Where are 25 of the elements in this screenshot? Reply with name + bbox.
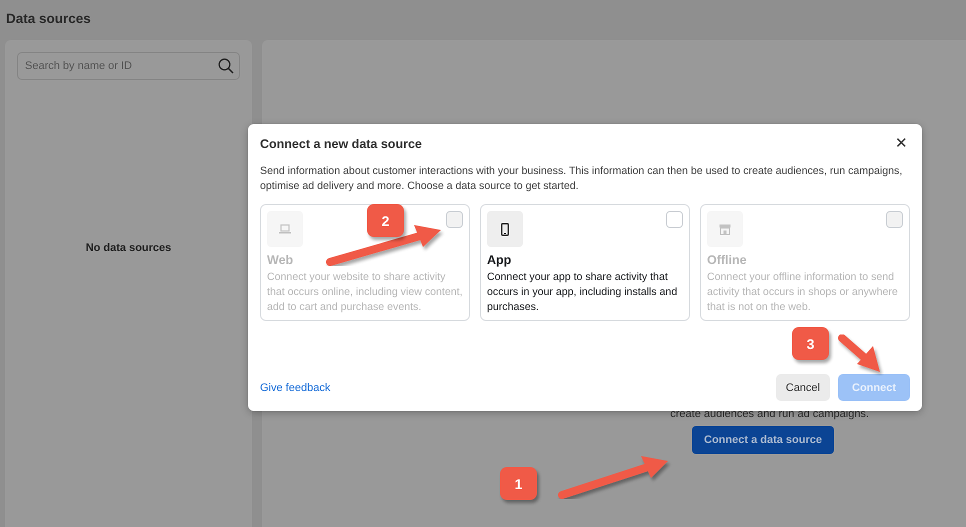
dialog-description: Send information about customer interactions with your business. This information can then be used to create audiences, run campaigns, optimise ad delivery and more. Choose a data source to get started. [260,164,904,194]
store-icon [719,224,731,234]
empty-message: No data sources [84,242,172,254]
laptop-icon [279,224,291,234]
option-description: Connect your app to share activity that occurs in your app, including installs and purchases. [487,270,678,315]
connect-data-source-button[interactable]: Connect a data source [692,426,834,454]
page-title: Data sources [6,11,92,26]
option-title: Web [267,253,294,267]
option-title: Offline [707,253,748,267]
callout-arrow [838,334,880,372]
option-title: App [487,253,512,267]
step-badge: 1 [500,467,537,500]
phone-icon [501,222,509,236]
search-field[interactable]: Search by name or ID [17,52,240,80]
feedback-link[interactable]: Give feedback [260,382,330,394]
option-checkbox[interactable] [666,211,683,228]
option-card[interactable]: App Connect your app to share activity that occurs in your app, including installs and purchases. [480,204,690,321]
option-description: Connect your website to share activity that occurs online, including view content, add to cart and purchase events. [267,270,463,315]
option-description: Connect your offline information to send activity that occurs in shops or anywhere that is not on the web. [707,270,899,315]
step-badge: 3 [792,327,829,360]
step-badge: 2 [367,204,404,237]
dialog-title: Connect a new data source [260,137,422,151]
close-button[interactable]: ✕ [893,136,910,152]
search-icon [218,58,234,74]
cancel-button[interactable]: Cancel [776,374,830,401]
